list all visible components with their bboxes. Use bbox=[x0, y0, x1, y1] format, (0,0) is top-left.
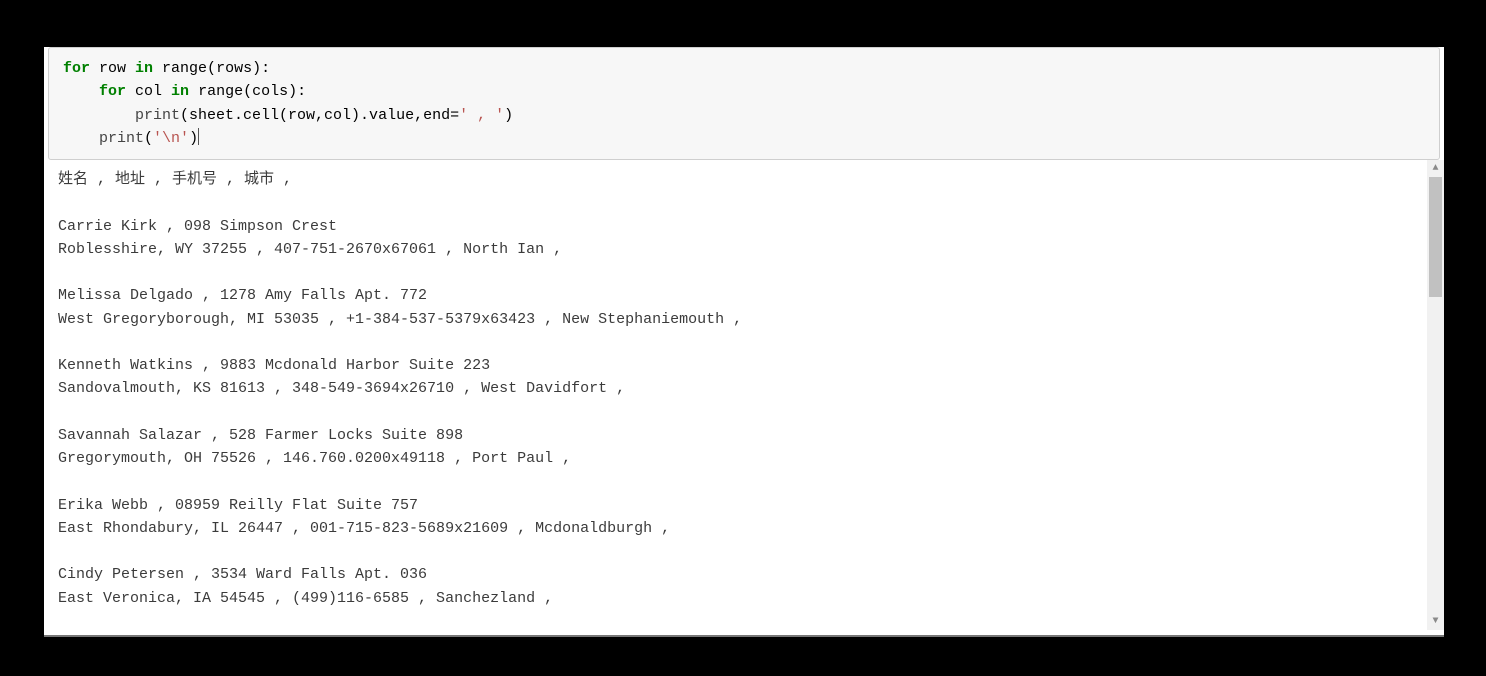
keyword-in: in bbox=[135, 60, 153, 77]
code-text: ( bbox=[144, 130, 153, 147]
output-cell: 姓名 , 地址 , 手机号 , 城市 , Carrie Kirk , 098 S… bbox=[44, 160, 1444, 630]
output-line: West Gregoryborough, MI 53035 , +1-384-5… bbox=[58, 311, 751, 328]
scroll-down-icon[interactable]: ▼ bbox=[1427, 613, 1444, 630]
output-line: East Veronica, IA 54545 , (499)116-6585 … bbox=[58, 590, 562, 607]
code-text: range( bbox=[189, 83, 252, 100]
code-text: (sheet.cell(row,col).value,end= bbox=[180, 107, 459, 124]
keyword-for: for bbox=[99, 83, 126, 100]
string-literal: ' , ' bbox=[459, 107, 504, 124]
notebook-frame: for row in range(rows): for col in range… bbox=[44, 47, 1444, 637]
output-line: Roblesshire, WY 37255 , 407-751-2670x670… bbox=[58, 241, 571, 258]
text-cursor bbox=[198, 128, 199, 145]
output-line: Kenneth Watkins , 9883 Mcdonald Harbor S… bbox=[58, 357, 490, 374]
string-literal: '\n' bbox=[153, 130, 189, 147]
output-line: Cindy Petersen , 3534 Ward Falls Apt. 03… bbox=[58, 566, 427, 583]
code-text: ) bbox=[189, 130, 198, 147]
divider bbox=[44, 635, 1444, 637]
code-text: row bbox=[90, 60, 135, 77]
output-line: Savannah Salazar , 528 Farmer Locks Suit… bbox=[58, 427, 463, 444]
output-line: Erika Webb , 08959 Reilly Flat Suite 757 bbox=[58, 497, 418, 514]
code-input-cell[interactable]: for row in range(rows): for col in range… bbox=[48, 47, 1440, 160]
output-line: East Rhondabury, IL 26447 , 001-715-823-… bbox=[58, 520, 679, 537]
code-indent bbox=[63, 130, 99, 147]
code-text: rows bbox=[216, 60, 252, 77]
code-text: range( bbox=[153, 60, 216, 77]
code-indent bbox=[63, 107, 135, 124]
output-line: Carrie Kirk , 098 Simpson Crest bbox=[58, 218, 337, 235]
code-text: col bbox=[126, 83, 171, 100]
output-line: Gregorymouth, OH 75526 , 146.760.0200x49… bbox=[58, 450, 580, 467]
code-indent bbox=[63, 83, 99, 100]
output-scrollbar[interactable]: ▲ ▼ bbox=[1427, 160, 1444, 630]
scroll-up-icon[interactable]: ▲ bbox=[1427, 160, 1444, 177]
code-text: cols bbox=[252, 83, 288, 100]
keyword-for: for bbox=[63, 60, 90, 77]
func-print: print bbox=[99, 130, 144, 147]
code-text: ): bbox=[252, 60, 270, 77]
keyword-in: in bbox=[171, 83, 189, 100]
output-line: Sandovalmouth, KS 81613 , 348-549-3694x2… bbox=[58, 380, 634, 397]
func-print: print bbox=[135, 107, 180, 124]
code-text: ): bbox=[288, 83, 306, 100]
scroll-thumb[interactable] bbox=[1429, 177, 1442, 297]
output-line: Melissa Delgado , 1278 Amy Falls Apt. 77… bbox=[58, 287, 427, 304]
code-text: ) bbox=[504, 107, 513, 124]
output-header: 姓名 , 地址 , 手机号 , 城市 , bbox=[58, 171, 301, 188]
